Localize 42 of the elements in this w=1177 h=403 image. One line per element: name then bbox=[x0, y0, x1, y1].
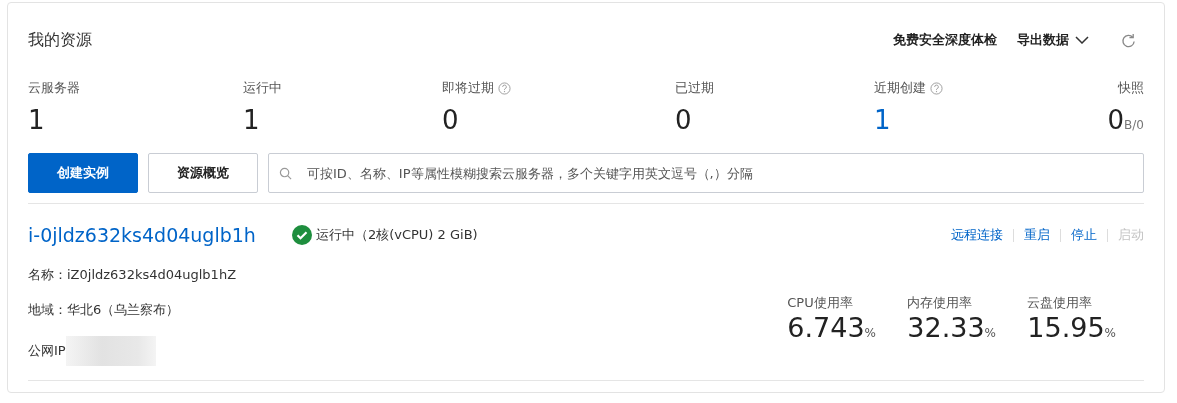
metric-label: 云盘使用率 bbox=[1027, 294, 1094, 312]
stat-value: 0 bbox=[442, 105, 459, 135]
stat-label: 已过期 bbox=[675, 79, 714, 97]
action-link[interactable]: 停止 bbox=[1071, 226, 1097, 244]
stat-label: 即将过期 bbox=[442, 79, 494, 97]
stat-label: 云服务器 bbox=[28, 79, 80, 97]
stat-label: 快照 bbox=[1118, 79, 1144, 97]
check-icon bbox=[291, 225, 312, 245]
action-link[interactable]: 远程连接 bbox=[951, 226, 1003, 244]
metric-unit: % bbox=[1104, 326, 1116, 340]
status-text: 运行中（2核(vCPU) 2 GiB) bbox=[315, 226, 478, 244]
export-dropdown[interactable]: 导出数据 bbox=[1017, 31, 1089, 49]
help-icon[interactable] bbox=[930, 81, 943, 95]
stat-value: 0 bbox=[1107, 105, 1125, 135]
metric-label: CPU使用率 bbox=[787, 294, 854, 312]
search-icon bbox=[279, 167, 292, 180]
instance-name: 名称：iZ0jldz632ks4d04uglb1hZ bbox=[28, 266, 237, 284]
ip-label: 公网IP bbox=[28, 342, 66, 360]
caret-icon bbox=[1075, 36, 1089, 44]
section-title: 我的资源 bbox=[28, 29, 92, 51]
instance-region: 地域：华北6（乌兰察布） bbox=[28, 301, 181, 319]
stat-label: 近期创建 bbox=[874, 79, 926, 97]
overview-button[interactable]: 资源概览 bbox=[148, 153, 258, 193]
metric-label: 内存使用率 bbox=[907, 294, 974, 312]
action-link[interactable]: 重启 bbox=[1024, 226, 1050, 244]
metric-value: 6.743 bbox=[787, 312, 865, 343]
metric-value: 15.95 bbox=[1027, 312, 1105, 343]
stat-value: 0 bbox=[675, 105, 692, 135]
instance-id-link[interactable]: i-0jldz632ks4d04uglb1h bbox=[28, 224, 256, 246]
stat-value: 1 bbox=[874, 105, 891, 135]
stat-unit: B/0 bbox=[1124, 118, 1144, 132]
metric-unit: % bbox=[984, 326, 996, 340]
stat-label: 运行中 bbox=[243, 79, 282, 97]
metric-unit: % bbox=[864, 326, 876, 340]
help-icon[interactable] bbox=[498, 81, 511, 95]
stat-value: 1 bbox=[28, 105, 45, 135]
metric-value: 32.33 bbox=[907, 312, 985, 343]
stat-value: 1 bbox=[243, 105, 260, 135]
create-button[interactable]: 创建实例 bbox=[28, 153, 138, 193]
refresh-icon[interactable] bbox=[1121, 32, 1136, 48]
search-field[interactable]: 可按ID、名称、IP等属性模糊搜索云服务器，多个关键字用英文逗号（,）分隔 bbox=[268, 153, 1144, 193]
health-check-link[interactable]: 免费安全深度体检 bbox=[893, 31, 997, 49]
